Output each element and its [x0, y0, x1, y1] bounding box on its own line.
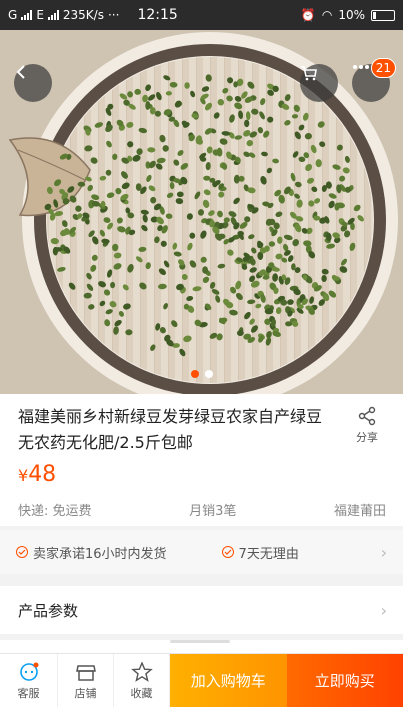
more-icon: [353, 65, 369, 69]
signal-icon: [21, 10, 33, 20]
promise-item-2: 7天无理由: [221, 543, 299, 562]
promise-text-1: 卖家承诺16小时内发货: [33, 546, 167, 562]
shipping-info: 快递: 免运费: [18, 504, 92, 519]
promise-text-2: 7天无理由: [238, 546, 299, 562]
shop-label: 店铺: [74, 686, 97, 700]
customer-service-tab[interactable]: 客服: [0, 654, 58, 707]
gallery-dot-1[interactable]: [190, 370, 199, 378]
product-photo: [0, 30, 403, 394]
cart-icon: [301, 66, 317, 81]
service-promises[interactable]: 卖家承诺16小时内发货 7天无理由 ›: [0, 530, 403, 574]
status-time: 12:15: [137, 7, 178, 23]
gallery-dot-2[interactable]: [204, 370, 213, 378]
wifi-icon: ◠: [321, 8, 333, 22]
star-icon: [130, 661, 153, 682]
shop-tab[interactable]: 店铺: [58, 654, 114, 707]
chevron-right-icon: ›: [380, 600, 387, 620]
share-label: 分享: [356, 431, 378, 444]
check-circle-icon: [221, 546, 234, 558]
product-image[interactable]: 21: [0, 30, 403, 394]
cart-button[interactable]: [300, 64, 338, 102]
notification-badge: 21: [370, 58, 396, 78]
alarm-icon: ⏰: [300, 8, 316, 22]
product-title: 福建美丽乡村新绿豆发芽绿豆农家自产绿豆无农药无化肥/2.5斤包邮: [18, 407, 323, 452]
check-circle-icon: [16, 546, 28, 558]
price-currency: ¥: [18, 466, 29, 485]
battery-icon: [371, 9, 395, 21]
carrier-e: E: [36, 8, 44, 22]
share-icon: [358, 406, 376, 426]
params-label: 产品参数: [18, 601, 79, 620]
more-button[interactable]: 21: [352, 58, 396, 102]
product-info: 福建美丽乡村新绿豆发芽绿豆农家自产绿豆无农药无化肥/2.5斤包邮 分享 ¥48 …: [0, 394, 403, 526]
carrier-g: G: [8, 8, 18, 22]
bottom-action-bar: 客服 店铺 收藏 加入购物车 立即购买: [0, 653, 403, 707]
chat-icon: [19, 662, 38, 681]
battery-percent: 10%: [338, 8, 365, 22]
favorite-label: 收藏: [130, 686, 153, 700]
price-value: 48: [28, 462, 57, 487]
promise-item-1: 卖家承诺16小时内发货: [16, 543, 167, 562]
location: 福建莆田: [333, 504, 386, 519]
status-bar: G E 235K/s ··· 12:15 ⏰ ◠ 10%: [0, 0, 403, 30]
signal-icon-2: [47, 10, 59, 20]
product-price: ¥48: [18, 462, 56, 487]
add-to-cart-button[interactable]: 加入购物车: [170, 654, 287, 707]
product-params-row[interactable]: 产品参数 ›: [0, 586, 403, 634]
product-meta: 快递: 免运费 月销3笔 福建莆田: [18, 500, 386, 519]
service-label: 客服: [17, 686, 40, 700]
content-peek: [0, 640, 403, 654]
chevron-right-icon: ›: [380, 542, 387, 562]
share-button[interactable]: 分享: [349, 406, 385, 445]
buy-now-button[interactable]: 立即购买: [286, 654, 403, 707]
monthly-sales: 月销3笔: [189, 504, 237, 519]
network-speed: 235K/s: [62, 8, 104, 22]
back-button[interactable]: [14, 64, 52, 102]
favorite-tab[interactable]: 收藏: [114, 654, 170, 707]
shop-icon: [75, 664, 96, 681]
gallery-indicator: [0, 370, 403, 378]
chevron-left-icon: [16, 65, 25, 79]
status-dots: ···: [107, 8, 120, 22]
